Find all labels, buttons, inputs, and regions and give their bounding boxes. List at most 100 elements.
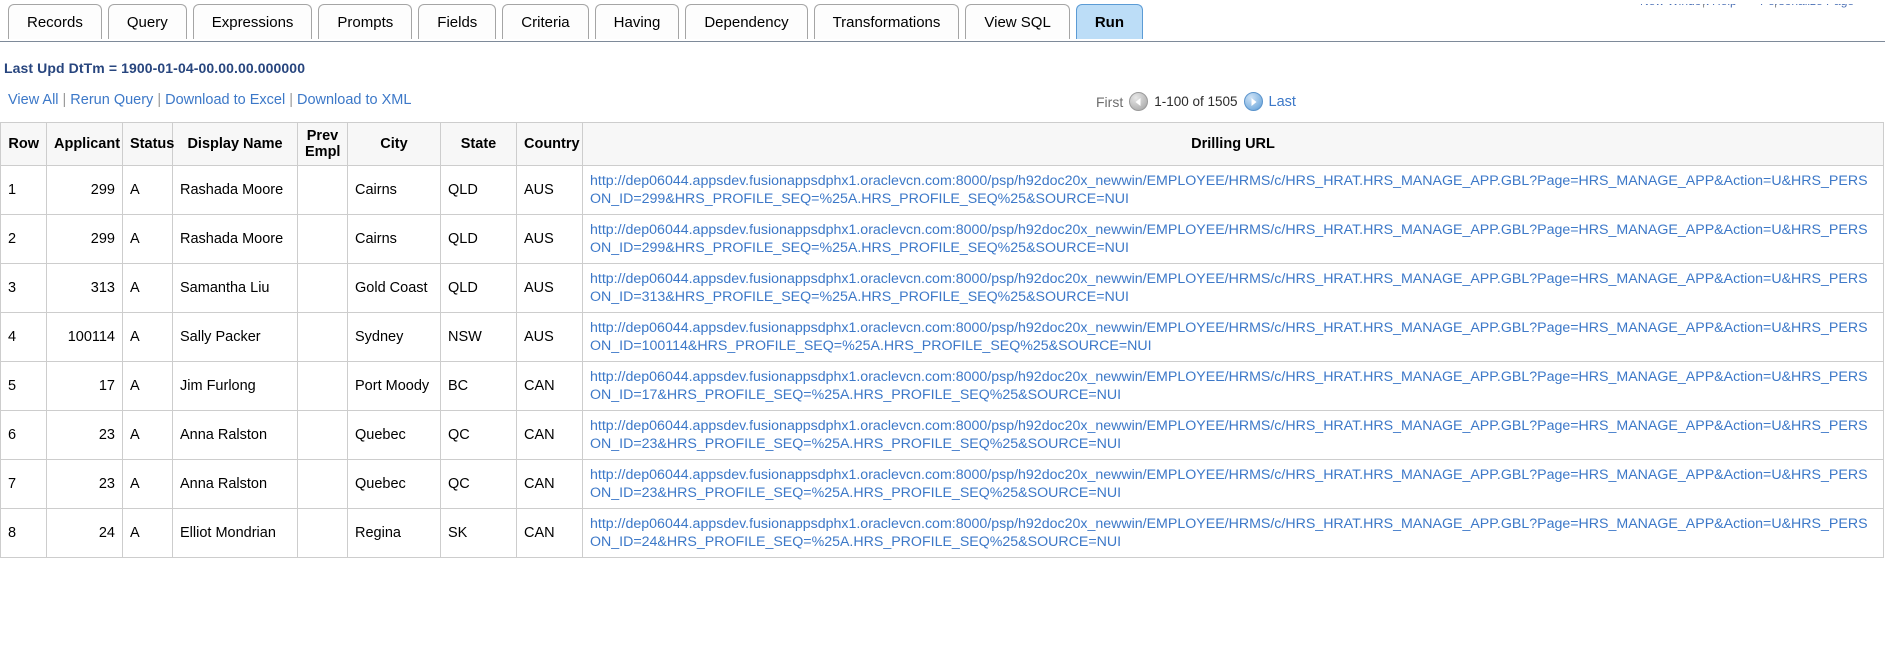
cell-city: Sydney: [347, 312, 441, 362]
column-header-prev-empl[interactable]: Prev Empl: [297, 122, 348, 166]
rerun-query-link[interactable]: Rerun Query: [70, 92, 153, 108]
column-header-display-name[interactable]: Display Name: [172, 122, 298, 166]
cell-state: SK: [440, 508, 517, 558]
cell-row-number: 1: [0, 165, 47, 215]
drilling-url-link[interactable]: http://dep06044.appsdev.fusionappsdphx1.…: [590, 368, 1876, 404]
pager-last-link[interactable]: Last: [1269, 94, 1296, 110]
cell-row-number: 6: [0, 410, 47, 460]
cell-display-name: Samantha Liu: [172, 263, 298, 313]
column-header-status[interactable]: Status: [122, 122, 174, 166]
cell-drilling-url: http://dep06044.appsdev.fusionappsdphx1.…: [582, 263, 1884, 313]
cell-state: QC: [440, 459, 517, 509]
drilling-url-link[interactable]: http://dep06044.appsdev.fusionappsdphx1.…: [590, 417, 1876, 453]
column-header-row[interactable]: Row: [0, 122, 47, 166]
drilling-url-link[interactable]: http://dep06044.appsdev.fusionappsdphx1.…: [590, 319, 1876, 355]
cell-display-name: Rashada Moore: [172, 165, 298, 215]
cell-status-code: A: [122, 508, 173, 558]
table-row: 2 299 A Rashada Moore Cairns QLD AUS http://dep…: [0, 214, 1884, 264]
tab-having[interactable]: Having: [594, 4, 680, 39]
cell-state: NSW: [440, 312, 517, 362]
tab-criteria[interactable]: Criteria: [502, 4, 589, 39]
tab-records[interactable]: Records: [8, 4, 102, 39]
column-header-city[interactable]: City: [347, 122, 441, 166]
cell-country: AUS: [516, 263, 583, 313]
prev-arrow-icon[interactable]: [1129, 92, 1149, 111]
table-row: 5 17 A Jim Furlong Port Moody BC CAN http://dep…: [0, 361, 1884, 411]
cell-state: QLD: [440, 263, 517, 313]
table-row: 8 24 A Elliot Mondrian Regina SK CAN http://dep…: [0, 508, 1884, 558]
cell-status-code: A: [122, 410, 173, 460]
drilling-url-link[interactable]: http://dep06044.appsdev.fusionappsdphx1.…: [590, 172, 1876, 208]
tab-transformations[interactable]: Transformations: [813, 4, 960, 39]
cell-country: AUS: [516, 165, 583, 215]
cell-city: Quebec: [347, 459, 441, 509]
cell-city: Cairns: [347, 214, 441, 264]
last-update-status: Last Upd DtTm = 1900-01-04-00.00.00.0000…: [4, 60, 306, 76]
table-header-row: Row Applicant Status Display Name Prev Empl C…: [0, 122, 1884, 166]
cell-state: QLD: [440, 214, 517, 264]
cell-state: BC: [440, 361, 517, 411]
drilling-url-link[interactable]: http://dep06044.appsdev.fusionappsdphx1.…: [590, 221, 1876, 257]
tab-run[interactable]: Run: [1075, 4, 1143, 39]
results-pager: First 1-100 of 1505 Last: [1096, 92, 1296, 111]
cell-applicant-id: 313: [46, 263, 123, 313]
download-xml-link[interactable]: Download to XML: [297, 92, 411, 108]
cell-country: CAN: [516, 361, 583, 411]
results-table: Row Applicant Status Display Name Prev Empl C…: [0, 122, 1884, 558]
cell-prev-empl: [297, 361, 348, 411]
cell-display-name: Anna Ralston: [172, 410, 298, 460]
cell-prev-empl: [297, 263, 348, 313]
cell-row-number: 2: [0, 214, 47, 264]
cell-state: QLD: [440, 165, 517, 215]
table-row: 4 100114 A Sally Packer Sydney NSW AUS http://d…: [0, 312, 1884, 362]
tab-dependency[interactable]: Dependency: [685, 4, 808, 39]
tab-expressions[interactable]: Expressions: [192, 4, 313, 39]
next-arrow-icon[interactable]: [1243, 92, 1263, 111]
cell-display-name: Anna Ralston: [172, 459, 298, 509]
cell-city: Cairns: [347, 165, 441, 215]
cell-display-name: Rashada Moore: [172, 214, 298, 264]
drilling-url-link[interactable]: http://dep06044.appsdev.fusionappsdphx1.…: [590, 270, 1876, 306]
cell-status-code: A: [122, 361, 173, 411]
cell-status-code: A: [122, 263, 173, 313]
pager-range-label: 1-100 of 1505: [1154, 94, 1238, 109]
query-manager-tabbar: Records Query Expressions Prompts Fields Crit…: [0, 4, 1885, 42]
query-results-grid: Row Applicant Status Display Name Prev Empl C…: [0, 122, 1885, 558]
column-header-drilling-url[interactable]: Drilling URL: [582, 122, 1884, 166]
results-action-links: View All | Rerun Query | Download to Excel | D…: [8, 92, 411, 108]
drilling-url-link[interactable]: http://dep06044.appsdev.fusionappsdphx1.…: [590, 466, 1876, 502]
cell-status-code: A: [122, 459, 173, 509]
cell-prev-empl: [297, 459, 348, 509]
cell-city: Quebec: [347, 410, 441, 460]
cell-display-name: Elliot Mondrian: [172, 508, 298, 558]
pager-first-label: First: [1096, 93, 1124, 110]
tab-query[interactable]: Query: [107, 4, 187, 39]
cell-prev-empl: [297, 214, 348, 264]
cell-prev-empl: [297, 312, 348, 362]
cell-prev-empl: [297, 165, 348, 215]
tab-fields[interactable]: Fields: [418, 4, 497, 39]
column-header-applicant[interactable]: Applicant: [46, 122, 123, 166]
column-header-state[interactable]: State: [440, 122, 517, 166]
cell-row-number: 7: [0, 459, 47, 509]
cell-applicant-id: 24: [46, 508, 123, 558]
view-all-link[interactable]: View All: [8, 92, 59, 108]
cell-city: Gold Coast: [347, 263, 441, 313]
cell-city: Port Moody: [347, 361, 441, 411]
download-excel-link[interactable]: Download to Excel: [165, 92, 285, 108]
cell-drilling-url: http://dep06044.appsdev.fusionappsdphx1.…: [582, 312, 1884, 362]
cell-applicant-id: 23: [46, 410, 123, 460]
cell-drilling-url: http://dep06044.appsdev.fusionappsdphx1.…: [582, 214, 1884, 264]
action-link-separator: |: [289, 92, 293, 108]
cell-drilling-url: http://dep06044.appsdev.fusionappsdphx1.…: [582, 165, 1884, 215]
action-link-separator: |: [157, 92, 162, 108]
cell-applicant-id: 23: [46, 459, 123, 509]
cell-city: Regina: [347, 508, 441, 558]
cell-drilling-url: http://dep06044.appsdev.fusionappsdphx1.…: [582, 361, 1884, 411]
drilling-url-link[interactable]: http://dep06044.appsdev.fusionappsdphx1.…: [590, 515, 1876, 551]
tab-view-sql[interactable]: View SQL: [965, 4, 1070, 39]
cell-row-number: 8: [0, 508, 47, 558]
column-header-country[interactable]: Country: [516, 122, 583, 166]
cell-country: AUS: [516, 312, 583, 362]
tab-prompts[interactable]: Prompts: [318, 4, 413, 39]
